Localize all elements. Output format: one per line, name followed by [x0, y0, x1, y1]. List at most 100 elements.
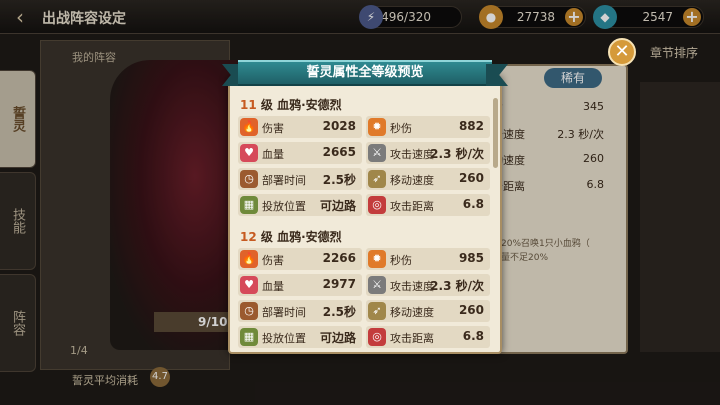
stat-label: 伤害: [262, 254, 284, 267]
wing-icon: ➶: [368, 170, 386, 188]
stat-value: 可边路: [319, 199, 356, 213]
stat-cell: ➶ 移动速度 260: [366, 168, 490, 190]
stat-value: 2.5秒: [322, 173, 356, 187]
stat-label: 攻击速度: [390, 280, 434, 293]
stat-value: 2028: [322, 119, 356, 133]
bg-stat-row: 击速度 2.3 秒/次: [492, 128, 604, 141]
page-title: 出战阵容设定: [42, 11, 126, 27]
tab-shiling[interactable]: 誓灵: [0, 70, 36, 168]
stat-cell: ◷ 部署时间 2.5秒: [238, 168, 362, 190]
stat-cell: ♥ 血量 2665: [238, 142, 362, 164]
back-arrow-icon[interactable]: ‹: [8, 5, 32, 29]
stat-cell: ✹ 秒伤 985: [366, 248, 490, 270]
level-number: 12: [240, 230, 257, 244]
stat-value: 6.8: [462, 197, 484, 211]
avg-cost-badge: 4.7: [150, 367, 170, 387]
stat-cell: ⚔ 攻击速度 2.3 秒/次: [366, 142, 490, 164]
bg-stat-row: 击距离 6.8: [492, 178, 604, 193]
tab-lineup[interactable]: 阵容: [0, 274, 36, 372]
level-11-header: 11 级 血鸦·安德烈: [240, 96, 342, 113]
tab-skills[interactable]: 技能: [0, 172, 36, 270]
stat-label: 攻击距离: [390, 200, 434, 213]
energy-value: 496/320: [381, 10, 431, 24]
stat-value: 985: [458, 251, 484, 265]
stat-cell: ✹ 秒伤 882: [366, 116, 490, 138]
sword-icon: ⚔: [368, 144, 386, 162]
stat-value: 2.3 秒/次: [430, 147, 484, 161]
stat-value: 882: [458, 119, 484, 133]
add-gem-button[interactable]: +: [683, 8, 701, 26]
gem-counter: ◆ 2547 +: [593, 5, 704, 29]
avg-cost-label: 誓灵平均消耗: [72, 374, 138, 387]
gem-value: 2547: [642, 10, 673, 24]
deploy-counter: 9/10: [154, 312, 234, 332]
top-bar: ‹ 出战阵容设定 ⚡ 496/320 ● 27738 + ◆ 2547 +: [0, 0, 720, 34]
stat-value: 2266: [322, 251, 356, 265]
stat-cell: ⚔ 攻击速度 2.3 秒/次: [366, 274, 490, 296]
gem-icon: ◆: [593, 5, 617, 29]
energy-icon: ⚡: [359, 5, 383, 29]
level-12-header: 12 级 血鸦·安德烈: [240, 228, 342, 245]
gold-coin-icon: ●: [479, 5, 503, 29]
stat-label: 投放位置: [262, 200, 306, 213]
stat-label: 部署时间: [262, 306, 306, 319]
stat-cell: ♥ 血量 2977: [238, 274, 362, 296]
stat-label: 秒伤: [390, 122, 412, 135]
stat-label: 攻击速度: [390, 148, 434, 161]
stat-label: 秒伤: [390, 254, 412, 267]
stat-label: 伤害: [262, 122, 284, 135]
energy-counter: ⚡ 496/320: [359, 5, 462, 29]
level-suffix: 级: [260, 98, 273, 112]
stat-value: 2.5秒: [322, 305, 356, 319]
stat-value: 6.8: [462, 329, 484, 343]
bg-stat-row: 动速度 260: [492, 152, 604, 167]
stat-cell: 🔥 伤害 2266: [238, 248, 362, 270]
stat-cell: 🔥 伤害 2028: [238, 116, 362, 138]
modal-title: 誓灵属性全等级预览: [238, 60, 492, 86]
stat-cell: ▦ 投放位置 可边路: [238, 194, 362, 216]
heart-icon: ♥: [240, 276, 258, 294]
stat-value: 可边路: [319, 331, 356, 345]
hero-card-list: [640, 82, 720, 352]
add-gold-button[interactable]: +: [565, 8, 583, 26]
stat-cell: ➶ 移动速度 260: [366, 300, 490, 322]
stat-value: 260: [458, 171, 484, 185]
stat-label: 移动速度: [390, 306, 434, 319]
stat-value: 2665: [322, 145, 356, 159]
stat-value: 2.3 秒/次: [430, 279, 484, 293]
stat-label: 攻击距离: [390, 332, 434, 345]
roster-count: 1/4: [70, 344, 88, 357]
wing-icon: ➶: [368, 302, 386, 320]
target-icon: ◎: [368, 328, 386, 346]
gold-counter: ● 27738 +: [479, 5, 586, 29]
flame-burst-icon: ✹: [368, 250, 386, 268]
close-icon[interactable]: ✕: [608, 38, 636, 66]
stat-value: 260: [458, 303, 484, 317]
stat-label: 血量: [262, 148, 284, 161]
stat-value: 2977: [322, 277, 356, 291]
fire-icon: 🔥: [240, 118, 258, 136]
target-icon: ◎: [368, 196, 386, 214]
heart-icon: ♥: [240, 144, 258, 162]
clock-icon: ◷: [240, 170, 258, 188]
clock-icon: ◷: [240, 302, 258, 320]
bg-stat-row: 伤345: [492, 100, 604, 115]
chapter-sort-button[interactable]: 章节排序: [650, 44, 698, 61]
map-icon: ▦: [240, 328, 258, 346]
my-roster-label: 我的阵容: [72, 51, 116, 64]
level-suffix: 级: [260, 230, 273, 244]
stat-label: 移动速度: [390, 174, 434, 187]
gold-value: 27738: [516, 10, 555, 24]
stat-cell: ◷ 部署时间 2.5秒: [238, 300, 362, 322]
stats-preview-modal: 11 级 血鸦·安德烈 🔥 伤害 2028 ✹ 秒伤 882 ♥ 血量 2665 ⚔ 攻击速度 2.3…: [228, 76, 502, 354]
level-number: 11: [240, 98, 257, 112]
sword-icon: ⚔: [368, 276, 386, 294]
rarity-badge: 稀有: [544, 68, 602, 88]
hero-name: 血鸦·安德烈: [277, 230, 342, 244]
stat-cell: ▦ 投放位置 可边路: [238, 326, 362, 348]
modal-title-banner: 誓灵属性全等级预览: [222, 60, 508, 88]
stat-cell: ◎ 攻击距离 6.8: [366, 194, 490, 216]
hero-name: 血鸦·安德烈: [277, 98, 342, 112]
flame-burst-icon: ✹: [368, 118, 386, 136]
modal-scrollbar[interactable]: [493, 98, 498, 168]
